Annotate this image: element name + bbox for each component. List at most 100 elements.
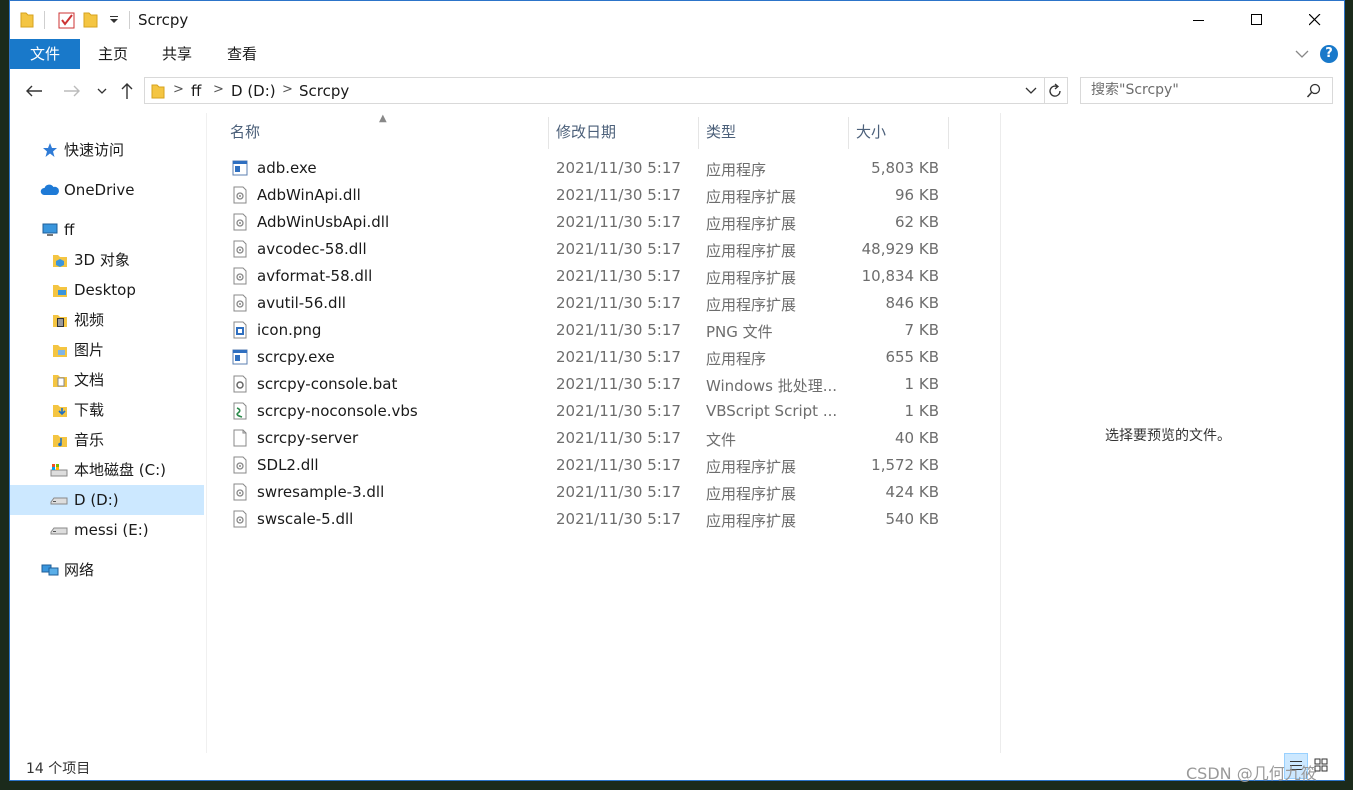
drive-c-icon	[50, 464, 68, 477]
minimize-icon	[1193, 20, 1204, 21]
tab-home[interactable]: 主页	[90, 39, 136, 69]
sidebar-item-label: 音乐	[74, 431, 105, 449]
refresh-icon[interactable]	[1047, 83, 1063, 99]
sidebar-item-pictures[interactable]: 图片	[10, 335, 204, 365]
table-row[interactable]: AdbWinApi.dll 2021/11/30 5:17 应用程序扩展 96 KB	[207, 182, 1000, 209]
file-type: 应用程序	[706, 350, 767, 368]
sidebar-item-drive-e[interactable]: messi (E:)	[10, 515, 204, 545]
sidebar-item-label: OneDrive	[64, 181, 135, 199]
column-separator[interactable]	[548, 117, 549, 149]
sidebar-item-documents[interactable]: 文档	[10, 365, 204, 395]
sidebar-item-music[interactable]: 音乐	[10, 425, 204, 455]
file-type: 应用程序扩展	[706, 296, 797, 314]
sidebar-item-videos[interactable]: 视频	[10, 305, 204, 335]
file-name: scrcpy-noconsole.vbs	[257, 402, 418, 420]
sidebar-item-drive-c[interactable]: 本地磁盘 (C:)	[10, 455, 204, 485]
explorer-window: Scrcpy 文件 主页 共享 查看 ? > ff > D (D:) > Scr…	[9, 0, 1345, 781]
file-type: 应用程序扩展	[706, 188, 797, 206]
address-dropdown-chevron-icon[interactable]	[1025, 86, 1037, 96]
column-header-name[interactable]: 名称	[230, 113, 260, 151]
file-type: 应用程序	[706, 161, 767, 179]
file-name: scrcpy-server	[257, 429, 359, 447]
sidebar-item-quick-access[interactable]: 快速访问	[10, 135, 204, 165]
tab-file[interactable]: 文件	[10, 39, 80, 69]
file-size: 5,803 KB	[871, 159, 939, 177]
recent-locations-button[interactable]	[90, 79, 114, 103]
help-icon[interactable]: ?	[1320, 45, 1338, 63]
file-size: 1 KB	[904, 375, 939, 393]
table-row[interactable]: swscale-5.dll 2021/11/30 5:17 应用程序扩展 540 KB	[207, 506, 1000, 533]
column-header-date[interactable]: 修改日期	[556, 113, 616, 151]
table-row[interactable]: scrcpy-console.bat 2021/11/30 5:17 Windows…	[207, 371, 1000, 398]
dll-icon	[233, 240, 247, 258]
address-bar[interactable]: > ff > D (D:) > Scrcpy	[144, 77, 1068, 104]
file-date: 2021/11/30 5:17	[556, 375, 681, 393]
sidebar-item-network[interactable]: 网络	[10, 555, 204, 585]
tab-share[interactable]: 共享	[154, 39, 200, 69]
address-divider	[1044, 78, 1045, 103]
table-row[interactable]: AdbWinUsbApi.dll 2021/11/30 5:17 应用程序扩展 62 …	[207, 209, 1000, 236]
video-folder-icon	[53, 315, 67, 327]
forward-button[interactable]	[60, 79, 84, 103]
sidebar-item-drive-d[interactable]: D (D:)	[10, 485, 204, 515]
customize-toolbar-chevron-icon[interactable]	[108, 10, 120, 30]
expand-ribbon-chevron-icon[interactable]	[1294, 45, 1310, 61]
table-row[interactable]: avcodec-58.dll 2021/11/30 5:17 应用程序扩展 48,92…	[207, 236, 1000, 263]
table-row[interactable]: avutil-56.dll 2021/11/30 5:17 应用程序扩展 846 KB	[207, 290, 1000, 317]
breadcrumb-ff[interactable]: ff	[191, 82, 201, 100]
table-row[interactable]: scrcpy-server 2021/11/30 5:17 文件 40 KB	[207, 425, 1000, 452]
search-box[interactable]	[1080, 77, 1333, 104]
maximize-button[interactable]	[1228, 1, 1286, 39]
sidebar-item-label: ff	[64, 221, 75, 239]
table-row[interactable]: adb.exe 2021/11/30 5:17 应用程序 5,803 KB	[207, 155, 1000, 182]
file-icon	[233, 429, 247, 447]
file-date: 2021/11/30 5:17	[556, 348, 681, 366]
sidebar-item-onedrive[interactable]: OneDrive	[10, 175, 204, 205]
navigation-pane: 快速访问 OneDrive ff 3D 对象 Desktop 视频 图片 文档 …	[10, 113, 207, 753]
table-row[interactable]: scrcpy-noconsole.vbs 2021/11/30 5:17 VBScr…	[207, 398, 1000, 425]
close-button[interactable]	[1286, 1, 1344, 39]
table-row[interactable]: scrcpy.exe 2021/11/30 5:17 应用程序 655 KB	[207, 344, 1000, 371]
sidebar-item-downloads[interactable]: 下载	[10, 395, 204, 425]
column-separator[interactable]	[848, 117, 849, 149]
column-header-type[interactable]: 类型	[706, 113, 736, 151]
sidebar-item-this-pc[interactable]: ff	[10, 215, 204, 245]
sidebar-item-label: 本地磁盘 (C:)	[74, 461, 166, 479]
close-icon	[1309, 14, 1321, 26]
downloads-folder-icon	[53, 405, 67, 417]
tab-view[interactable]: 查看	[219, 39, 265, 69]
table-row[interactable]: avformat-58.dll 2021/11/30 5:17 应用程序扩展 10,8…	[207, 263, 1000, 290]
new-folder-icon[interactable]	[83, 10, 99, 30]
search-input[interactable]	[1089, 81, 1303, 99]
file-name: avcodec-58.dll	[257, 240, 367, 258]
folder-icon	[20, 12, 34, 28]
table-row[interactable]: icon.png 2021/11/30 5:17 PNG 文件 7 KB	[207, 317, 1000, 344]
navigation-bar: > ff > D (D:) > Scrcpy	[10, 69, 1344, 113]
pictures-folder-icon	[53, 345, 67, 357]
up-arrow-icon	[121, 83, 133, 99]
file-size: 540 KB	[885, 510, 939, 528]
table-row[interactable]: SDL2.dll 2021/11/30 5:17 应用程序扩展 1,572 KB	[207, 452, 1000, 479]
column-separator[interactable]	[698, 117, 699, 149]
sidebar-item-label: 快速访问	[64, 141, 125, 159]
file-name: scrcpy.exe	[257, 348, 335, 366]
table-row[interactable]: swresample-3.dll 2021/11/30 5:17 应用程序扩展 424…	[207, 479, 1000, 506]
file-name: swresample-3.dll	[257, 483, 385, 501]
column-header-size[interactable]: 大小	[856, 113, 886, 151]
file-size: 10,834 KB	[861, 267, 939, 285]
minimize-button[interactable]	[1170, 1, 1228, 39]
breadcrumb-scrcpy[interactable]: Scrcpy	[299, 82, 349, 100]
back-button[interactable]	[22, 79, 46, 103]
title-bar: Scrcpy	[10, 1, 1344, 39]
sidebar-item-3d-objects[interactable]: 3D 对象	[10, 245, 204, 275]
properties-icon[interactable]	[58, 10, 76, 30]
search-icon[interactable]	[1306, 83, 1322, 99]
file-date: 2021/11/30 5:17	[556, 429, 681, 447]
file-date: 2021/11/30 5:17	[556, 213, 681, 231]
up-button[interactable]	[115, 79, 139, 103]
sidebar-item-desktop[interactable]: Desktop	[10, 275, 204, 305]
file-name: icon.png	[257, 321, 322, 339]
column-separator[interactable]	[948, 117, 949, 149]
breadcrumb-d-drive[interactable]: D (D:)	[231, 82, 276, 100]
sidebar-item-label: 文档	[74, 371, 105, 389]
